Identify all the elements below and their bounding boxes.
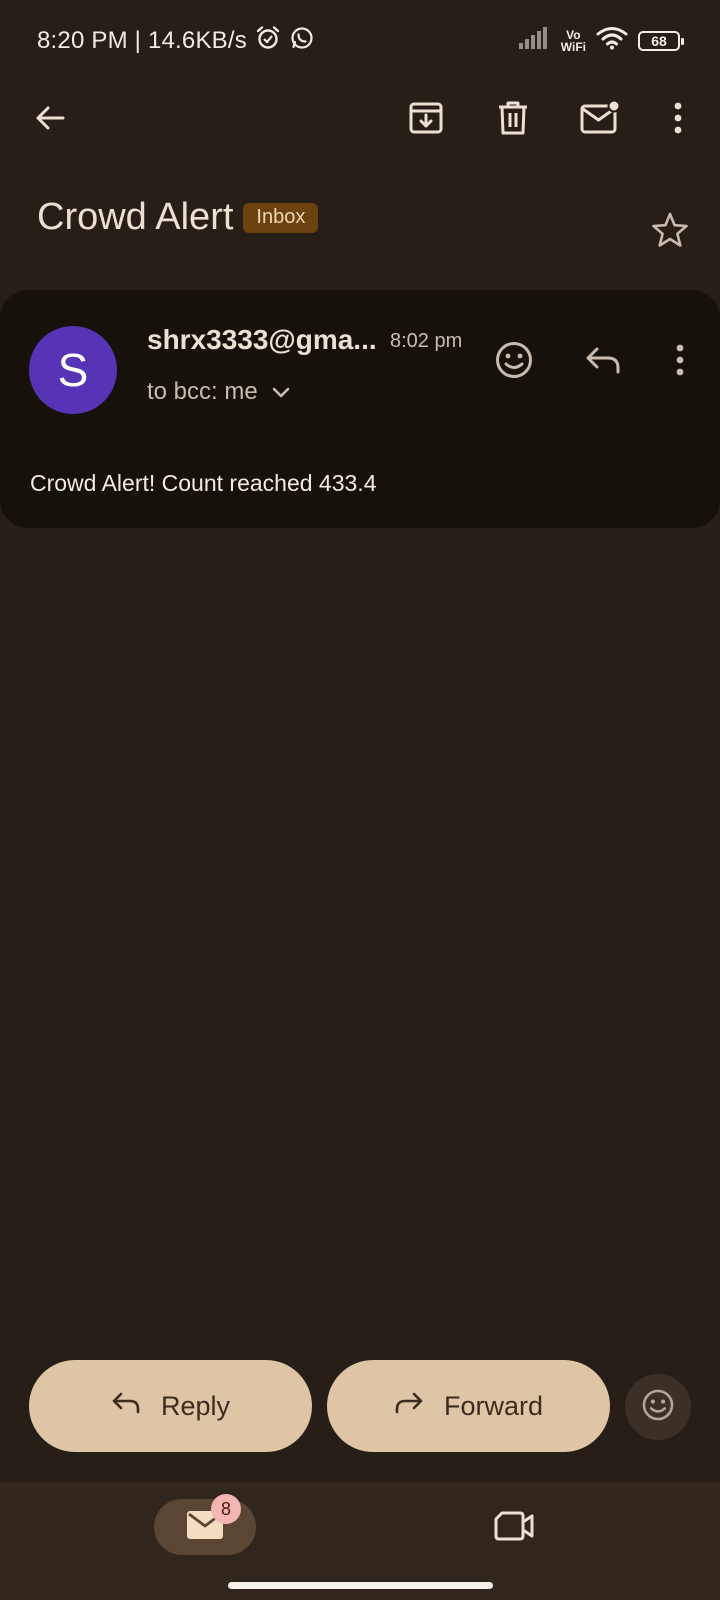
vowifi-bottom: WiFi [560, 39, 586, 54]
add-reaction-button[interactable] [490, 338, 538, 386]
message-card[interactable]: S shrx3333@gma... 8:02 pm to bcc: me Cro… [0, 290, 720, 528]
sender-address[interactable]: shrx3333@gma... [147, 324, 377, 356]
status-right: Vo WiFi 68 [518, 26, 684, 55]
mail-unread-icon [580, 99, 621, 140]
message-body: Crowd Alert! Count reached 433.4 [30, 470, 377, 496]
recipient-text: to bcc: me [147, 378, 258, 405]
email-subject: Crowd Alert [37, 196, 234, 238]
more-options-button[interactable] [650, 92, 706, 148]
react-emoji-button[interactable] [625, 1374, 691, 1440]
nav-meet-tab[interactable] [490, 1504, 538, 1552]
battery-indicator: 68 [638, 30, 684, 51]
inbox-label-chip[interactable]: Inbox [243, 202, 319, 233]
vertical-dots-icon [673, 102, 683, 139]
wifi-icon [596, 26, 628, 55]
alarm-icon [255, 25, 281, 56]
reply-action-button[interactable]: Reply [29, 1360, 312, 1452]
subject-row: Crowd Alert Inbox [37, 196, 319, 239]
reply-label: Reply [160, 1390, 231, 1421]
chevron-down-icon [272, 378, 290, 406]
unread-count-badge: 8 [211, 1494, 241, 1524]
mark-unread-button[interactable] [572, 92, 628, 148]
forward-label: Forward [443, 1390, 544, 1421]
signal-icon [518, 27, 551, 54]
star-button[interactable] [650, 212, 690, 252]
recipient-details-toggle[interactable]: to bcc: me [147, 378, 290, 406]
forward-action-button[interactable]: Forward [327, 1360, 610, 1452]
emoji-icon [494, 340, 534, 385]
message-time: 8:02 pm [390, 330, 463, 352]
arrow-left-icon [33, 101, 67, 140]
emoji-icon [641, 1388, 675, 1427]
email-detail-screen: 8:20 PM | 14.6KB/s Vo WiFi 68 Crowd Aler… [0, 0, 720, 1600]
reply-icon [111, 1391, 141, 1422]
reply-icon [584, 345, 622, 380]
trash-icon [496, 100, 530, 141]
message-more-button[interactable] [656, 338, 704, 386]
status-bar: 8:20 PM | 14.6KB/s Vo WiFi 68 [0, 0, 720, 80]
whatsapp-icon [289, 25, 315, 56]
sender-avatar[interactable]: S [29, 326, 117, 414]
vertical-dots-icon [675, 344, 685, 381]
star-icon [651, 211, 689, 254]
archive-button[interactable] [398, 92, 454, 148]
forward-icon [394, 1391, 424, 1422]
reply-button[interactable] [579, 338, 627, 386]
status-time-speed: 8:20 PM | 14.6KB/s [37, 26, 247, 54]
status-left: 8:20 PM | 14.6KB/s [37, 25, 315, 56]
top-toolbar [0, 80, 720, 160]
back-button[interactable] [22, 92, 78, 148]
archive-icon [408, 100, 444, 141]
delete-button[interactable] [485, 92, 541, 148]
video-camera-icon [494, 1510, 534, 1547]
home-indicator[interactable] [228, 1582, 493, 1589]
vowifi-indicator: Vo WiFi [561, 29, 586, 53]
